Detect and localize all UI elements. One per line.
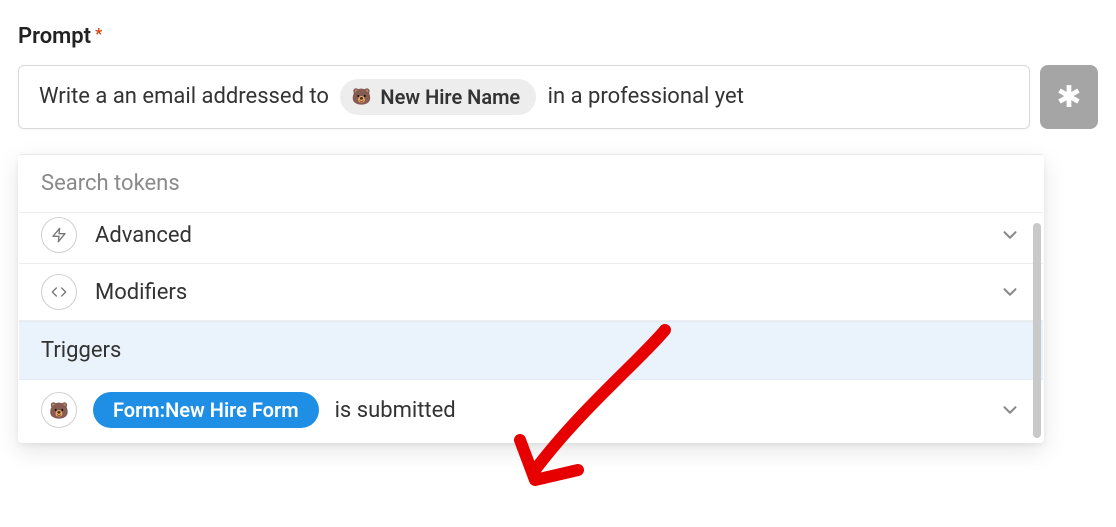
token-popover: Search tokens Advanced Modifiers Trigger… [18,154,1044,443]
chevron-down-icon [999,281,1021,303]
field-label: Prompt * [18,24,1098,49]
form-chip: Form: New Hire Form [93,392,319,428]
form-chip-prefix: Form: [113,398,165,422]
token-pill-new-hire-name[interactable]: 🐻 New Hire Name [340,79,536,115]
chevron-down-icon [999,224,1021,246]
prompt-text-after: in a professional yet [542,82,744,113]
category-modifiers[interactable]: Modifiers [19,264,1043,321]
form-chip-name: New Hire Form [165,398,298,422]
asterisk-icon: ✱ [1056,80,1081,115]
search-placeholder: Search tokens [41,171,180,196]
search-tokens-input[interactable]: Search tokens [19,155,1043,213]
chevron-down-icon [999,399,1021,421]
triggers-section-title: Triggers [41,338,121,363]
required-asterisk: * [95,26,102,42]
bear-icon: 🐻 [41,392,77,428]
category-advanced[interactable]: Advanced [19,213,1043,264]
prompt-editor[interactable]: Write a an email addressed to 🐻 New Hire… [18,65,1030,129]
bolt-icon [41,217,77,253]
token-pill-label: New Hire Name [380,83,520,111]
bear-icon: 🐻 [350,86,372,108]
prompt-text-before: Write a an email addressed to [39,82,334,113]
trigger-form-new-hire[interactable]: 🐻 Form: New Hire Form is submitted [19,380,1043,442]
insert-token-button[interactable]: ✱ [1040,65,1098,129]
trigger-suffix-text: is submitted [335,398,456,423]
category-label: Advanced [95,223,192,248]
scrollbar[interactable] [1033,223,1041,438]
category-label: Modifiers [95,280,187,305]
code-icon [41,274,77,310]
field-label-text: Prompt [18,24,91,49]
triggers-section-header: Triggers [19,321,1043,380]
